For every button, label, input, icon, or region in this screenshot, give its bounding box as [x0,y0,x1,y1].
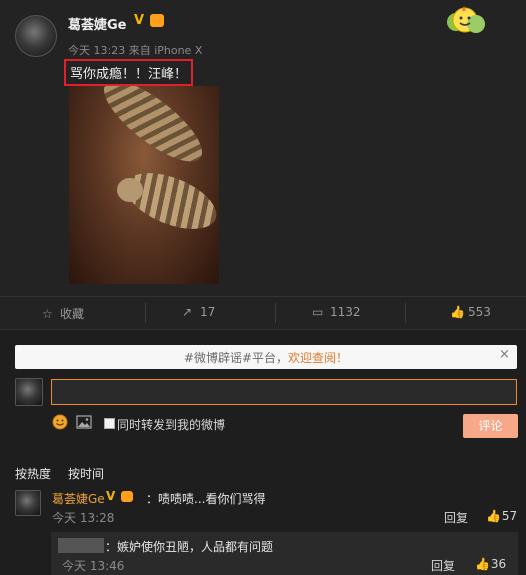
repost-icon: ↗ [182,305,193,319]
reply-button[interactable]: 回复 [444,509,468,526]
comment-input[interactable] [51,379,517,405]
divider [275,303,276,323]
comment-time: 今天 13:28 [52,511,115,525]
star-icon: ☆ [42,306,53,321]
comment-avatar[interactable] [15,490,41,516]
sub-like-count: 36 [490,557,507,571]
post-image[interactable] [69,86,219,284]
image-icon[interactable] [76,415,92,429]
favorite-button[interactable]: ☆ 收藏 [42,305,84,322]
sub-comment-time: 今天 13:46 [62,559,125,573]
cat-head [117,178,143,202]
avatar[interactable] [15,15,57,57]
favorite-label: 收藏 [60,307,85,321]
divider [0,329,526,330]
my-avatar [15,378,43,406]
sub-like-button[interactable]: 👍 36 [475,557,506,571]
sort-by-hot[interactable]: 按热度 [15,465,51,482]
post-username[interactable]: 葛荟婕Ge [68,14,127,33]
forward-checkbox[interactable] [104,418,115,429]
divider [145,303,146,323]
comment-like-button[interactable]: 👍 57 [486,509,517,523]
sub-comment-text: ：嫉妒使你丑陋，人品都有问题 [105,540,274,554]
forward-label: 同时转发到我的微博 [117,418,226,432]
vip-crown-icon [150,14,164,27]
banner-text[interactable]: #微博辟谣#平台，欢迎查阅！ [15,349,517,366]
close-icon[interactable]: × [499,347,510,362]
thumbs-up-icon: 👍 [486,509,501,523]
verified-icon: V [134,13,145,28]
emoji-icon[interactable] [52,414,68,430]
thumbs-up-icon: 👍 [450,305,465,319]
like-count: 553 [468,305,491,319]
comment-like-count: 57 [501,509,518,523]
redacted-username [58,538,104,553]
comment-button[interactable]: ▭ 1132 [312,305,361,319]
thumbs-up-icon: 👍 [475,557,490,571]
post-meta: 今天 13:23 来自 iPhone X [68,44,203,57]
divider [405,303,406,323]
comment-text: ：啧啧啧...看你们骂得 [146,492,266,506]
post-text: 骂你成瘾！！汪峰！ [64,59,194,86]
banner-prefix: #微博辟谣#平台， [183,351,289,365]
comment-icon: ▭ [312,305,324,319]
verified-icon: V [106,489,116,503]
sub-reply-button[interactable]: 回复 [431,557,455,574]
submit-comment-button[interactable]: 评论 [463,414,518,438]
sunflower-sticker-icon [447,6,485,33]
cat-figure [92,86,214,175]
repost-count: 17 [200,305,216,319]
repost-button[interactable]: ↗ 17 [182,305,215,319]
comment-username[interactable]: 葛荟婕Ge [52,490,105,507]
banner-accent: 欢迎查阅！ [288,351,349,365]
comment-count: 1132 [330,305,361,319]
sort-by-time[interactable]: 按时间 [68,465,104,482]
like-button[interactable]: 👍 553 [450,305,491,319]
vip-crown-icon [121,491,133,502]
